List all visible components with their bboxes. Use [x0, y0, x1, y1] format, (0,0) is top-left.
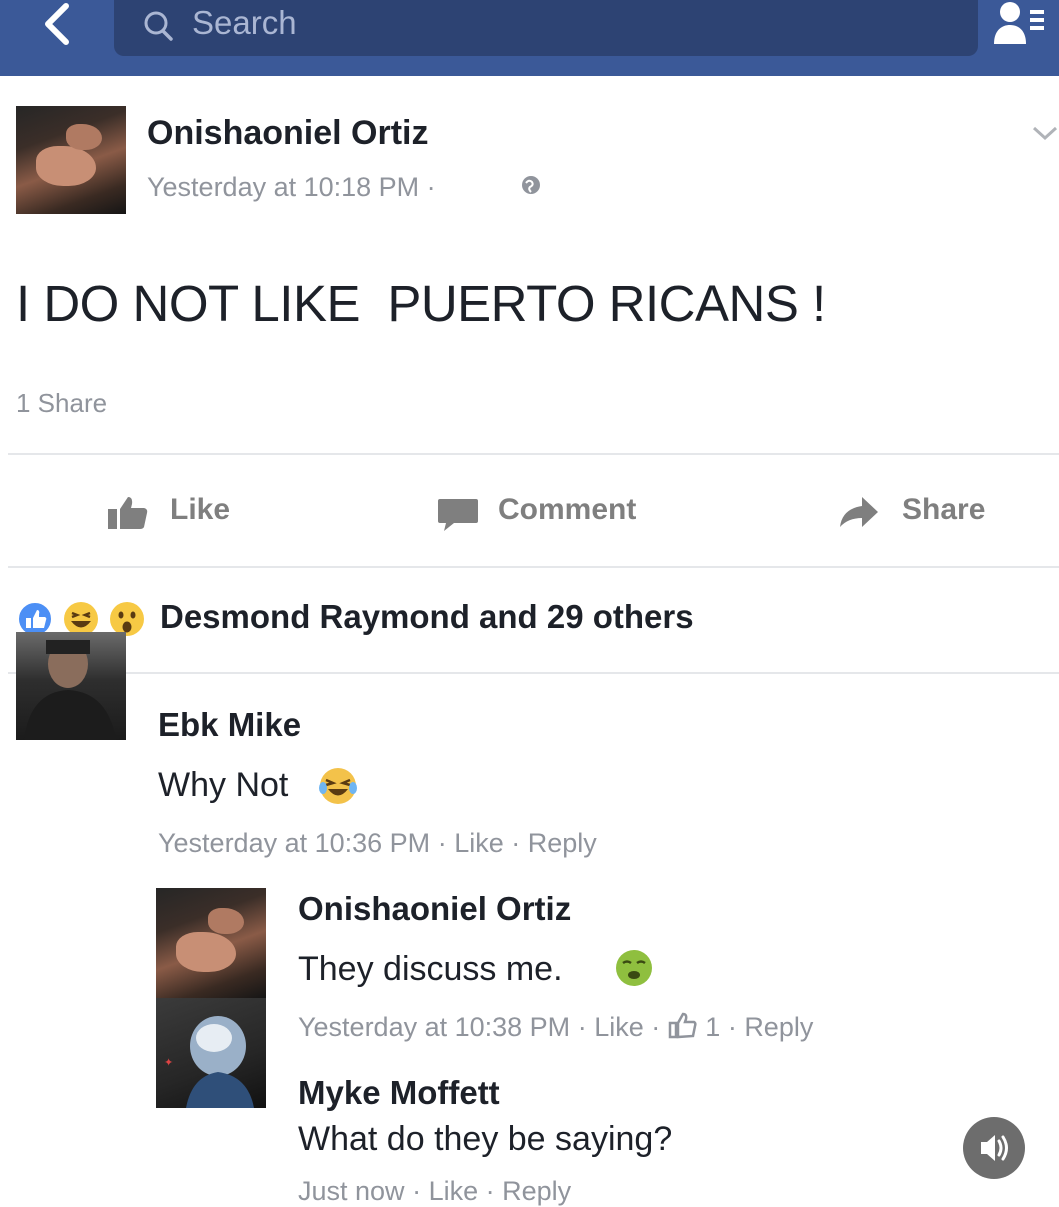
comment-like-count[interactable]: 1: [705, 1012, 720, 1042]
comment-reply-link[interactable]: Reply: [528, 828, 597, 858]
search-input[interactable]: [192, 4, 892, 42]
thumbs-up-icon: [668, 1012, 697, 1039]
separator: ·: [412, 1176, 429, 1206]
top-nav-bar: [0, 0, 1059, 76]
character-photo-icon: ✦: [164, 1016, 254, 1108]
separator: ·: [437, 828, 455, 858]
share-count[interactable]: 1 Share: [16, 388, 107, 419]
comment-button[interactable]: Comment: [436, 491, 666, 535]
comment-text: What do they be saying?: [298, 1120, 673, 1158]
comment-time[interactable]: Yesterday at 10:36 PM: [158, 828, 430, 858]
comment-like-link[interactable]: Like: [594, 1012, 644, 1042]
avatar[interactable]: ✦: [156, 998, 266, 1108]
comment-like-link[interactable]: Like: [429, 1176, 479, 1206]
svg-text:✦: ✦: [164, 1057, 173, 1069]
separator: ·: [511, 828, 528, 858]
share-button[interactable]: Share: [836, 491, 1006, 535]
comment-text: They discuss me.: [298, 950, 563, 988]
crying-laughing-icon: [319, 768, 357, 804]
separator: ·: [651, 1012, 668, 1042]
comment-like-link[interactable]: Like: [454, 828, 504, 858]
comment-meta: Just now · Like · Reply: [298, 1176, 571, 1207]
comment-reply-link[interactable]: Reply: [502, 1176, 571, 1206]
divider: [8, 672, 1059, 674]
comment-bubble-icon: [438, 499, 478, 531]
search-bar[interactable]: [114, 0, 978, 56]
separator: ·: [727, 1012, 745, 1042]
chevron-left-icon: [45, 3, 69, 45]
comment-time[interactable]: Yesterday at 10:38 PM: [298, 1012, 570, 1042]
sound-button[interactable]: [963, 1117, 1025, 1179]
avatar[interactable]: [16, 632, 126, 740]
globe-icon: [522, 176, 540, 194]
separator: ·: [577, 1012, 595, 1042]
nauseated-face-icon: [616, 950, 652, 986]
back-button[interactable]: [30, 0, 90, 50]
search-icon: [144, 11, 173, 41]
comment-label: Comment: [498, 493, 637, 526]
like-button[interactable]: Like: [106, 491, 256, 535]
post-timestamp[interactable]: Yesterday at 10:18 PM ·: [147, 172, 436, 203]
divider: [8, 566, 1059, 568]
avatar[interactable]: [156, 888, 266, 998]
divider: [8, 453, 1059, 455]
comment-reply-link[interactable]: Reply: [744, 1012, 813, 1042]
person-photo-icon: [24, 640, 116, 740]
comment-author[interactable]: Ebk Mike: [158, 706, 301, 744]
friend-requests-icon[interactable]: [990, 0, 1046, 48]
comment-time[interactable]: Just now: [298, 1176, 405, 1206]
chevron-down-icon[interactable]: [1030, 124, 1059, 144]
reactions-summary[interactable]: Desmond Raymond and 29 others: [16, 596, 996, 646]
share-arrow-icon: [840, 497, 878, 527]
comment-author[interactable]: Onishaoniel Ortiz: [298, 890, 571, 928]
comment-meta: Yesterday at 10:36 PM · Like · Reply: [158, 828, 597, 859]
share-label: Share: [902, 493, 986, 526]
comment-author[interactable]: Myke Moffett: [298, 1074, 500, 1112]
post-text: I DO NOT LIKE PUERTO RICANS !: [16, 275, 826, 332]
post-author-name[interactable]: Onishaoniel Ortiz: [147, 114, 428, 153]
reactions-text: Desmond Raymond and 29 others: [160, 598, 694, 635]
comment-text: Why Not: [158, 766, 289, 804]
separator: ·: [485, 1176, 503, 1206]
comment-meta: Yesterday at 10:38 PM · Like · 1 · Reply: [298, 1012, 813, 1043]
like-label: Like: [170, 493, 231, 526]
avatar[interactable]: [16, 106, 126, 214]
thumbs-up-icon: [108, 497, 148, 529]
speaker-icon: [981, 1135, 1008, 1161]
